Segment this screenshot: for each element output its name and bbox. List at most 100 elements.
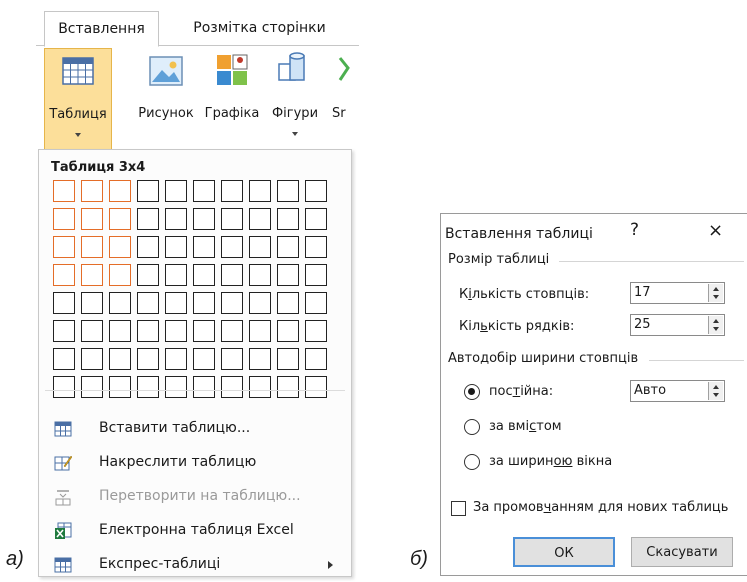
grid-cell[interactable] — [221, 208, 243, 230]
grid-cell[interactable] — [137, 320, 159, 342]
grid-cell[interactable] — [137, 264, 159, 286]
smartart-button[interactable]: Sr — [332, 48, 359, 148]
grid-cell[interactable] — [53, 236, 75, 258]
help-button[interactable]: ? — [630, 220, 639, 240]
grid-cell[interactable] — [165, 292, 187, 314]
grid-cell[interactable] — [221, 180, 243, 202]
grid-cell[interactable] — [249, 264, 271, 286]
grid-cell[interactable] — [109, 320, 131, 342]
grid-cell[interactable] — [109, 208, 131, 230]
grid-cell[interactable] — [109, 376, 131, 398]
grid-cell[interactable] — [165, 208, 187, 230]
grid-cell[interactable] — [305, 208, 327, 230]
spin-buttons[interactable] — [708, 284, 723, 302]
grid-cell[interactable] — [165, 180, 187, 202]
grid-cell[interactable] — [221, 348, 243, 370]
cancel-button[interactable]: Скасувати — [631, 537, 733, 567]
menu-item-quick-tables[interactable]: Експрес-таблиці — [39, 548, 351, 582]
grid-cell[interactable] — [305, 292, 327, 314]
rows-stepper[interactable]: 25 — [630, 314, 725, 336]
grid-cell[interactable] — [165, 236, 187, 258]
grid-cell[interactable] — [221, 376, 243, 398]
grid-cell[interactable] — [221, 320, 243, 342]
grid-cell[interactable] — [137, 236, 159, 258]
grid-cell[interactable] — [165, 264, 187, 286]
grid-cell[interactable] — [249, 180, 271, 202]
fixed-width-radio[interactable] — [464, 384, 480, 400]
grid-cell[interactable] — [81, 264, 103, 286]
grid-cell[interactable] — [277, 376, 299, 398]
grid-cell[interactable] — [249, 208, 271, 230]
autofit-contents-radio[interactable] — [464, 419, 480, 435]
grid-cell[interactable] — [109, 180, 131, 202]
grid-cell[interactable] — [81, 348, 103, 370]
menu-item-excel-table[interactable]: Електронна таблиця Excel — [39, 514, 351, 548]
grid-cell[interactable] — [193, 236, 215, 258]
grid-cell[interactable] — [81, 208, 103, 230]
grid-cell[interactable] — [137, 376, 159, 398]
grid-cell[interactable] — [53, 376, 75, 398]
tab-page-layout[interactable]: Розмітка сторінки — [167, 11, 352, 45]
graphics-button[interactable]: Графіка — [202, 48, 262, 148]
close-button[interactable]: × — [708, 220, 723, 241]
grid-cell[interactable] — [193, 320, 215, 342]
table-button[interactable]: Таблиця — [44, 48, 112, 150]
remember-checkbox[interactable] — [451, 501, 466, 516]
grid-cell[interactable] — [109, 264, 131, 286]
grid-cell[interactable] — [305, 376, 327, 398]
grid-cell[interactable] — [305, 236, 327, 258]
grid-cell[interactable] — [277, 208, 299, 230]
spin-buttons[interactable] — [708, 382, 723, 400]
grid-cell[interactable] — [305, 348, 327, 370]
menu-item-convert-to-table[interactable]: Перетворити на таблицю... — [39, 480, 351, 514]
grid-cell[interactable] — [193, 208, 215, 230]
grid-cell[interactable] — [249, 320, 271, 342]
grid-cell[interactable] — [53, 320, 75, 342]
grid-cell[interactable] — [81, 320, 103, 342]
grid-cell[interactable] — [249, 376, 271, 398]
grid-cell[interactable] — [277, 236, 299, 258]
grid-cell[interactable] — [81, 292, 103, 314]
ok-button[interactable]: ОК — [513, 537, 615, 567]
fixed-width-stepper[interactable]: Авто — [630, 380, 725, 402]
grid-cell[interactable] — [305, 180, 327, 202]
grid-cell[interactable] — [53, 264, 75, 286]
autofit-window-radio[interactable] — [464, 454, 480, 470]
grid-cell[interactable] — [305, 320, 327, 342]
grid-cell[interactable] — [109, 348, 131, 370]
grid-cell[interactable] — [109, 292, 131, 314]
grid-cell[interactable] — [305, 264, 327, 286]
grid-cell[interactable] — [109, 236, 131, 258]
grid-cell[interactable] — [193, 292, 215, 314]
grid-cell[interactable] — [193, 264, 215, 286]
grid-cell[interactable] — [277, 348, 299, 370]
grid-cell[interactable] — [53, 348, 75, 370]
grid-cell[interactable] — [249, 236, 271, 258]
grid-cell[interactable] — [53, 180, 75, 202]
grid-cell[interactable] — [249, 348, 271, 370]
menu-item-insert-table[interactable]: Вставити таблицю... — [39, 412, 351, 446]
grid-cell[interactable] — [249, 292, 271, 314]
grid-cell[interactable] — [53, 292, 75, 314]
shapes-button[interactable]: Фігури — [264, 48, 326, 148]
grid-cell[interactable] — [193, 180, 215, 202]
grid-cell[interactable] — [193, 376, 215, 398]
grid-cell[interactable] — [137, 180, 159, 202]
grid-cell[interactable] — [277, 180, 299, 202]
grid-cell[interactable] — [193, 348, 215, 370]
columns-stepper[interactable]: 17 — [630, 282, 725, 304]
grid-cell[interactable] — [221, 236, 243, 258]
grid-cell[interactable] — [165, 348, 187, 370]
grid-cell[interactable] — [137, 208, 159, 230]
picture-button[interactable]: Рисунок — [132, 48, 200, 148]
grid-cell[interactable] — [277, 320, 299, 342]
grid-cell[interactable] — [81, 236, 103, 258]
tab-insert[interactable]: Вставлення — [44, 11, 159, 47]
grid-cell[interactable] — [137, 292, 159, 314]
grid-cell[interactable] — [221, 292, 243, 314]
grid-cell[interactable] — [81, 376, 103, 398]
grid-cell[interactable] — [53, 208, 75, 230]
grid-cell[interactable] — [165, 320, 187, 342]
grid-cell[interactable] — [137, 348, 159, 370]
spin-buttons[interactable] — [708, 316, 723, 334]
